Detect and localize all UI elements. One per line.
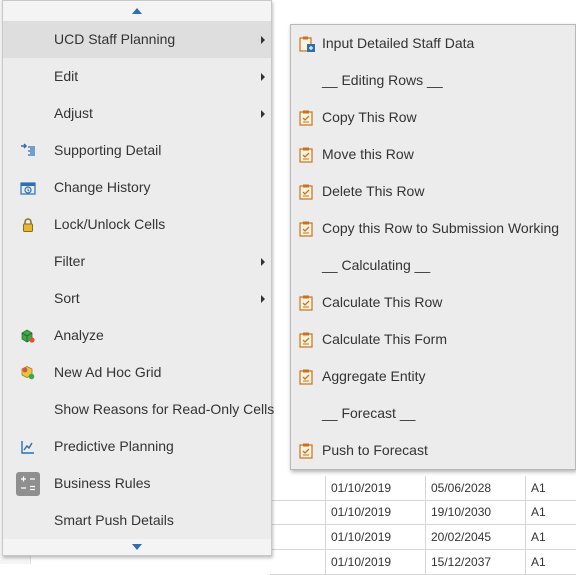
submenu-arrow-icon	[261, 36, 265, 44]
submenu-item-aggregate-entity[interactable]: Aggregate Entity	[291, 358, 575, 395]
submenu-arrow-icon	[261, 110, 265, 118]
rule-form-icon	[298, 442, 316, 460]
submenu-item-copy-row-to-submission-working[interactable]: Copy this Row to Submission Working	[291, 210, 575, 247]
submenu-item-move-this-row[interactable]: Move this Row	[291, 136, 575, 173]
table-row: 01/10/2019 15/12/2037 A1	[270, 550, 576, 575]
submenu-item-label: Copy this Row to Submission Working	[322, 220, 560, 236]
grid-cell[interactable]: A1	[525, 500, 576, 524]
table-row: 01/10/2019 19/10/2030 A1	[270, 500, 576, 525]
submenu-item-label: Input Detailed Staff Data	[322, 35, 475, 51]
rule-form-icon	[298, 109, 316, 127]
scroll-down-button[interactable]	[3, 539, 271, 555]
scroll-up-button[interactable]	[3, 1, 271, 21]
context-menu: UCD Staff Planning Edit Adjust Supportin…	[2, 0, 275, 556]
submenu-arrow-icon	[261, 258, 265, 266]
menu-item-label: Adjust	[54, 105, 93, 121]
submenu-item-calculate-this-form[interactable]: Calculate This Form	[291, 321, 575, 358]
menu-item-analyze[interactable]: Analyze	[3, 317, 271, 354]
menu-item-edit[interactable]: Edit	[3, 58, 271, 95]
menu-item-lock-unlock-cells[interactable]: Lock/Unlock Cells	[3, 206, 271, 243]
menu-item-label: Smart Push Details	[54, 512, 174, 528]
submenu-separator-forecast[interactable]: __ Forecast __	[291, 395, 575, 432]
ucd-staff-planning-submenu: Input Detailed Staff Data __ Editing Row…	[290, 24, 576, 470]
submenu-item-label: __ Editing Rows __	[322, 72, 443, 88]
rule-form-icon	[298, 368, 316, 386]
chevron-up-icon	[132, 8, 142, 14]
grid-cell[interactable]: 01/10/2019	[325, 500, 426, 524]
supporting-detail-icon	[19, 142, 37, 160]
menu-item-label: New Ad Hoc Grid	[54, 364, 162, 380]
ad-hoc-grid-icon	[19, 364, 37, 382]
submenu-item-label: __ Calculating __	[322, 257, 431, 273]
submenu-item-label: __ Forecast __	[322, 405, 416, 421]
predictive-chart-icon	[19, 438, 37, 456]
chevron-down-icon	[132, 544, 142, 550]
grid-cell[interactable]: A1	[525, 525, 576, 549]
submenu-arrow-icon	[261, 295, 265, 303]
menu-item-filter[interactable]: Filter	[3, 243, 271, 280]
menu-item-ucd-staff-planning[interactable]: UCD Staff Planning	[3, 21, 271, 58]
grid-cell[interactable]: 01/10/2019	[325, 550, 426, 574]
menu-item-label: Analyze	[54, 327, 104, 343]
submenu-item-calculate-this-row[interactable]: Calculate This Row	[291, 284, 575, 321]
submenu-item-label: Push to Forecast	[322, 442, 428, 458]
menu-item-change-history[interactable]: Change History	[3, 169, 271, 206]
rule-form-icon	[298, 183, 316, 201]
menu-item-supporting-detail[interactable]: Supporting Detail	[3, 132, 271, 169]
submenu-item-push-to-forecast[interactable]: Push to Forecast	[291, 432, 575, 469]
form-link-icon	[298, 35, 316, 53]
menu-item-adjust[interactable]: Adjust	[3, 95, 271, 132]
menu-item-label: Show Reasons for Read-Only Cells	[54, 401, 275, 417]
menu-item-label: UCD Staff Planning	[54, 31, 176, 47]
grid-cell[interactable]: A1	[525, 476, 576, 500]
grid-cell[interactable]: 20/02/2045	[425, 525, 526, 549]
grid-cell[interactable]: 15/12/2037	[425, 550, 526, 574]
menu-item-label: Lock/Unlock Cells	[54, 216, 166, 232]
menu-item-label: Predictive Planning	[54, 438, 174, 454]
submenu-item-label: Delete This Row	[322, 183, 425, 199]
submenu-item-label: Calculate This Row	[322, 294, 443, 310]
menu-item-label: Supporting Detail	[54, 142, 162, 158]
submenu-item-label: Copy This Row	[322, 109, 417, 125]
lock-icon	[19, 216, 37, 234]
table-row: 01/10/2019 05/06/2028 A1	[270, 476, 576, 501]
menu-item-show-reasons-read-only[interactable]: Show Reasons for Read-Only Cells	[3, 391, 275, 428]
rule-form-icon	[298, 294, 316, 312]
grid-cell[interactable]: 01/10/2019	[325, 476, 426, 500]
grid-cell[interactable]: 01/10/2019	[325, 525, 426, 549]
menu-item-smart-push-details[interactable]: Smart Push Details	[3, 502, 271, 539]
menu-item-label: Business Rules	[54, 475, 151, 491]
menu-item-label: Edit	[54, 68, 79, 84]
grid-cell[interactable]: A1	[525, 550, 576, 574]
submenu-arrow-icon	[261, 73, 265, 81]
menu-item-label: Filter	[54, 253, 86, 269]
calculator-icon	[16, 472, 40, 496]
submenu-item-copy-this-row[interactable]: Copy This Row	[291, 99, 575, 136]
submenu-item-label: Calculate This Form	[322, 331, 448, 347]
grid-cell[interactable]: 19/10/2030	[425, 500, 526, 524]
menu-item-business-rules[interactable]: Business Rules	[3, 465, 271, 502]
menu-item-new-ad-hoc-grid[interactable]: New Ad Hoc Grid	[3, 354, 271, 391]
submenu-item-delete-this-row[interactable]: Delete This Row	[291, 173, 575, 210]
grid-cell[interactable]: 05/06/2028	[425, 476, 526, 500]
data-grid: 01/10/2019 05/06/2028 A1 01/10/2019 19/1…	[270, 476, 576, 575]
submenu-item-label: Aggregate Entity	[322, 368, 426, 384]
rule-form-icon	[298, 146, 316, 164]
submenu-item-input-detailed-staff-data[interactable]: Input Detailed Staff Data	[291, 25, 575, 62]
change-history-icon	[19, 179, 37, 197]
table-row: 01/10/2019 20/02/2045 A1	[270, 525, 576, 550]
menu-item-sort[interactable]: Sort	[3, 280, 271, 317]
submenu-separator-calculating[interactable]: __ Calculating __	[291, 247, 575, 284]
menu-item-label: Change History	[54, 179, 151, 195]
rule-form-icon	[298, 220, 316, 238]
analyze-cube-icon	[19, 327, 37, 345]
submenu-item-label: Move this Row	[322, 146, 414, 162]
menu-item-predictive-planning[interactable]: Predictive Planning	[3, 428, 271, 465]
submenu-separator-editing-rows[interactable]: __ Editing Rows __	[291, 62, 575, 99]
rule-form-icon	[298, 331, 316, 349]
menu-item-label: Sort	[54, 290, 80, 306]
